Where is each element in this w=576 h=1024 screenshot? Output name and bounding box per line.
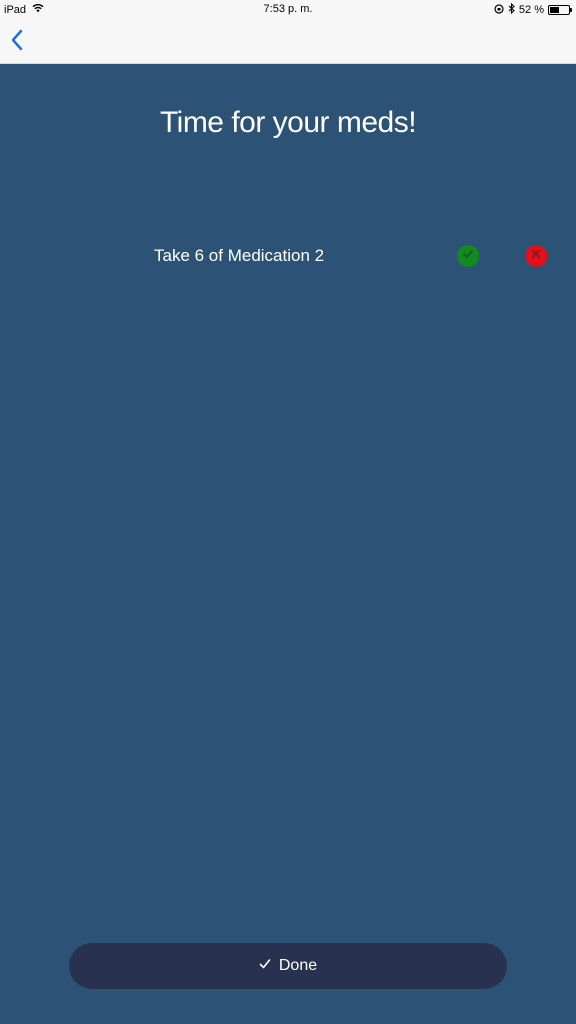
done-label: Done [278,957,318,974]
medication-row: Take 6 of Medication 2 [0,238,576,274]
done-button[interactable]: Done [69,943,507,989]
battery-icon [548,5,572,15]
check-circle-icon [461,247,475,266]
checkmark-icon [259,957,271,975]
x-circle-icon [530,247,542,265]
medication-label: Take 6 of Medication 2 [154,246,325,265]
status-bar: iPad 7:53 p. m. 52 % [0,0,576,20]
back-button[interactable] [2,26,32,58]
accept-button[interactable] [457,245,479,267]
status-right: 52 % [494,2,572,17]
status-time: 7:53 p. m. [263,3,313,15]
battery-level [550,7,559,13]
battery-percent: 52 % [518,4,544,16]
navigation-bar [0,20,576,64]
page-title: Time for your meds! [159,106,417,139]
chevron-left-icon [10,28,24,57]
bluetooth-icon [508,2,515,17]
rotation-lock-icon [494,3,504,17]
reject-button[interactable] [525,245,547,267]
